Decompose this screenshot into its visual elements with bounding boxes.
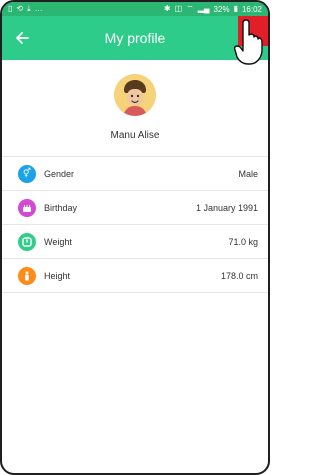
row-value: 1 January 1991 (195, 202, 258, 213)
profile-name: Manu Alise (110, 130, 160, 141)
hand-pointer-icon (234, 19, 263, 65)
row-value: 178.0 cm (220, 270, 258, 281)
sim-icon: ▯ (8, 4, 13, 13)
gender-icon: ⚥ (18, 164, 36, 183)
row-birthday[interactable]: Birthday 1 January 1991 (2, 191, 268, 225)
battery-percent: 32% (213, 4, 230, 14)
status-right: ✱ ◫ ⌔ ▂▄ 32% ▮ 16:02 (164, 5, 262, 14)
row-weight[interactable]: Weight 71.0 kg (2, 225, 268, 259)
avatar-container (2, 74, 268, 116)
row-label: Gender (44, 168, 75, 179)
profile-details-list: ⚥ Gender Male Birthday 1 January 1991 We… (2, 156, 268, 293)
profile-face-icon (114, 74, 156, 116)
signal-icon: ▂▄ (197, 4, 210, 13)
download-icon: ⤓ (27, 4, 31, 13)
bluetooth-icon: ✱ (163, 4, 171, 13)
vibrate-icon: ◫ (174, 4, 183, 13)
avatar[interactable] (114, 74, 156, 116)
row-height[interactable]: Height 178.0 cm (2, 259, 268, 293)
clock: 16:02 (241, 4, 262, 14)
height-icon (18, 266, 36, 285)
row-label: Birthday (44, 202, 78, 213)
weight-icon (18, 232, 36, 251)
more-icon: … (34, 4, 43, 13)
wifi-icon: ⌔ (186, 4, 194, 13)
sync-icon: ⟲ (16, 4, 24, 13)
row-gender[interactable]: ⚥ Gender Male (2, 157, 268, 191)
row-label: Weight (44, 236, 72, 247)
row-label: Height (44, 270, 71, 281)
phone-screen: ▯ ⟲ ⤓ … ✱ ◫ ⌔ ▂▄ 32% ▮ 16:02 My profile (0, 0, 270, 475)
battery-icon: ▮ (233, 4, 238, 13)
page-title: My profile (104, 30, 166, 46)
app-bar: My profile (2, 16, 268, 60)
row-value: Male (238, 168, 258, 179)
status-bar: ▯ ⟲ ⤓ … ✱ ◫ ⌔ ▂▄ 32% ▮ 16:02 (2, 2, 268, 16)
birthday-cake-icon (18, 198, 36, 217)
status-left: ▯ ⟲ ⤓ … (8, 5, 43, 13)
row-value: 71.0 kg (228, 236, 258, 247)
